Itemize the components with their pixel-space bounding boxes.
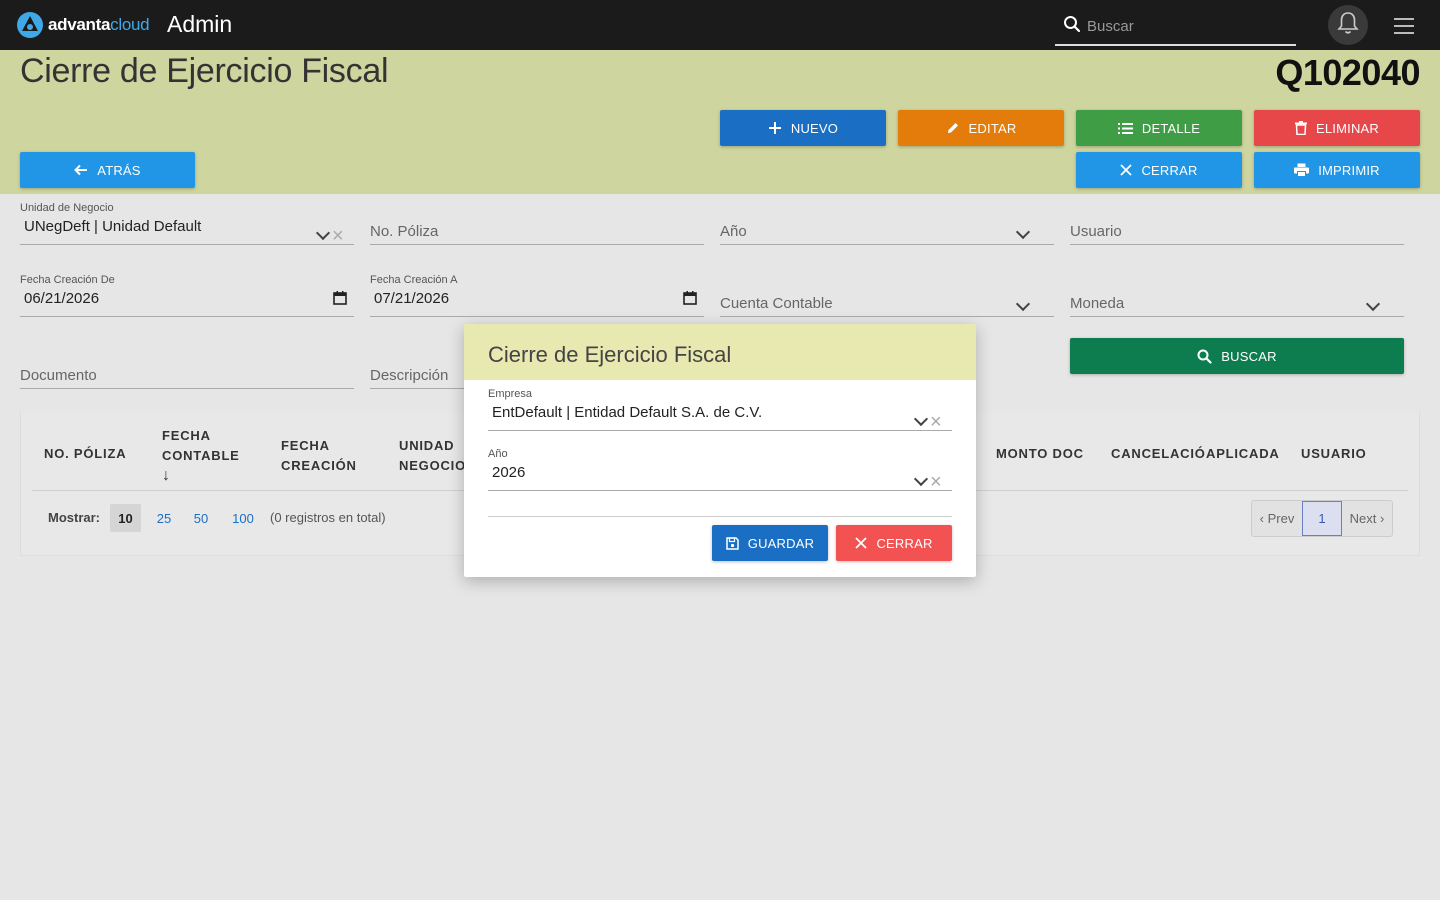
descripcion-placeholder: Descripción — [370, 367, 449, 384]
unidad-negocio-value: UNegDeft | Unidad Default — [24, 218, 202, 235]
column-header-fecha-contable[interactable]: Fecha Contable ↓ — [162, 426, 240, 486]
search-icon — [1055, 15, 1081, 38]
logo-icon — [16, 11, 44, 39]
empresa-select[interactable]: Empresa EntDefault | Entidad Default S.A… — [488, 388, 952, 432]
cuenta-contable-placeholder: Cuenta Contable — [720, 295, 833, 312]
modal-title: Cierre de Ejercicio Fiscal — [488, 342, 732, 367]
close-icon — [855, 537, 868, 549]
prev-page-button[interactable]: ‹ Prev — [1252, 501, 1302, 536]
pencil-icon — [946, 121, 960, 135]
nuevo-button[interactable]: Nuevo — [720, 110, 886, 146]
chevron-down-icon[interactable] — [1365, 296, 1381, 312]
column-header-cancelacion[interactable]: Cancelació — [1111, 444, 1206, 464]
unidad-negocio-select[interactable]: Unidad de Negocio UNegDeft | Unidad Defa… — [20, 202, 354, 246]
bell-icon — [1337, 11, 1359, 40]
column-header-usuario[interactable]: Usuario — [1301, 444, 1367, 464]
documento-placeholder: Documento — [20, 367, 97, 384]
chevron-down-icon[interactable] — [913, 471, 929, 487]
anio-modal-value: 2026 — [492, 464, 526, 481]
column-header-aplicada[interactable]: Aplicada — [1206, 444, 1280, 464]
top-navbar: advantacloud Admin — [0, 0, 1440, 50]
search-icon — [1197, 349, 1212, 364]
empresa-label: Empresa — [488, 388, 533, 400]
screen-code: Q102040 — [1275, 52, 1420, 93]
trash-icon — [1294, 121, 1307, 135]
plus-icon — [768, 121, 782, 135]
clear-icon[interactable]: × — [332, 226, 344, 246]
next-page-button[interactable]: Next › — [1342, 501, 1392, 536]
section-title: Admin — [167, 11, 233, 37]
page-title: Cierre de Ejercicio Fiscal — [20, 52, 389, 90]
fecha-de-label: Fecha Creación De — [20, 274, 115, 286]
eliminar-button[interactable]: Eliminar — [1254, 110, 1420, 146]
column-header-unidad-negocio[interactable]: Unidad Negocio — [399, 436, 466, 476]
chevron-down-icon[interactable] — [913, 411, 929, 427]
logo-text: advantacloud — [48, 15, 150, 34]
calendar-icon[interactable] — [333, 291, 347, 310]
notifications-button[interactable] — [1328, 5, 1368, 45]
moneda-select[interactable]: Moneda — [1070, 292, 1404, 317]
fecha-a-label: Fecha Creación A — [370, 274, 458, 286]
usuario-input[interactable]: Usuario — [1070, 220, 1404, 245]
search-input[interactable] — [1087, 17, 1287, 35]
unidad-negocio-label: Unidad de Negocio — [20, 202, 114, 214]
chevron-down-icon[interactable] — [1015, 224, 1031, 240]
global-search[interactable] — [1055, 8, 1296, 46]
page-size-50[interactable]: 50 — [188, 504, 214, 532]
anio-placeholder: Año — [720, 223, 747, 240]
moneda-placeholder: Moneda — [1070, 295, 1125, 312]
cerrar-modal-button[interactable]: Cerrar — [836, 525, 952, 561]
documento-input[interactable]: Documento — [20, 364, 354, 389]
anio-modal-select[interactable]: Año 2026 × — [488, 448, 952, 492]
fecha-a-value: 07/21/2026 — [374, 290, 450, 307]
usuario-placeholder: Usuario — [1070, 223, 1122, 240]
detalle-button[interactable]: Detalle — [1076, 110, 1242, 146]
cuenta-contable-select[interactable]: Cuenta Contable — [720, 292, 1054, 317]
poliza-input[interactable]: No. Póliza — [370, 220, 704, 245]
calendar-icon[interactable] — [683, 291, 697, 310]
clear-icon[interactable]: × — [930, 412, 942, 432]
page-size-25[interactable]: 25 — [151, 504, 177, 532]
list-icon — [1117, 122, 1133, 135]
brand-logo[interactable]: advantacloud — [16, 11, 150, 39]
column-header-poliza[interactable]: No. Póliza — [44, 444, 126, 464]
cierre-ejercicio-modal: Cierre de Ejercicio Fiscal Empresa EntDe… — [464, 324, 976, 577]
arrow-left-icon — [74, 164, 88, 176]
page-button-1[interactable]: 1 — [1302, 501, 1342, 536]
modal-divider — [488, 516, 952, 517]
fecha-de-input[interactable]: Fecha Creación De 06/21/2026 — [20, 274, 354, 317]
imprimir-button[interactable]: Imprimir — [1254, 152, 1420, 188]
page-size-10[interactable]: 10 — [110, 504, 141, 532]
guardar-button[interactable]: Guardar — [712, 525, 828, 561]
anio-modal-label: Año — [488, 448, 508, 460]
editar-button[interactable]: Editar — [898, 110, 1064, 146]
modal-header: Cierre de Ejercicio Fiscal — [464, 324, 976, 380]
printer-icon — [1294, 163, 1310, 177]
clear-icon[interactable]: × — [930, 472, 942, 492]
anio-select[interactable]: Año — [720, 220, 1054, 245]
record-count: (0 registros en total) — [270, 510, 386, 525]
chevron-down-icon[interactable] — [315, 225, 331, 241]
column-header-monto-doc[interactable]: Monto Doc — [996, 444, 1084, 464]
fecha-de-value: 06/21/2026 — [24, 290, 100, 307]
sort-arrow-icon: ↓ — [162, 467, 171, 484]
poliza-placeholder: No. Póliza — [370, 223, 439, 240]
descripcion-input[interactable]: Descripción — [370, 364, 464, 389]
cerrar-button[interactable]: Cerrar — [1076, 152, 1242, 188]
fecha-a-input[interactable]: Fecha Creación A 07/21/2026 — [370, 274, 704, 317]
empresa-value: EntDefault | Entidad Default S.A. de C.V… — [492, 404, 763, 421]
pagination: ‹ Prev 1 Next › — [1251, 500, 1393, 537]
column-header-fecha-creacion[interactable]: Fecha Creación — [281, 436, 357, 476]
page-size-label: Mostrar: — [48, 510, 101, 525]
hamburger-icon[interactable] — [1394, 18, 1414, 34]
close-icon — [1120, 164, 1133, 176]
page-size-100[interactable]: 100 — [226, 504, 260, 532]
save-icon — [726, 536, 739, 550]
chevron-down-icon[interactable] — [1015, 296, 1031, 312]
atras-button[interactable]: Atrás — [20, 152, 195, 188]
buscar-button[interactable]: Buscar — [1070, 338, 1404, 374]
